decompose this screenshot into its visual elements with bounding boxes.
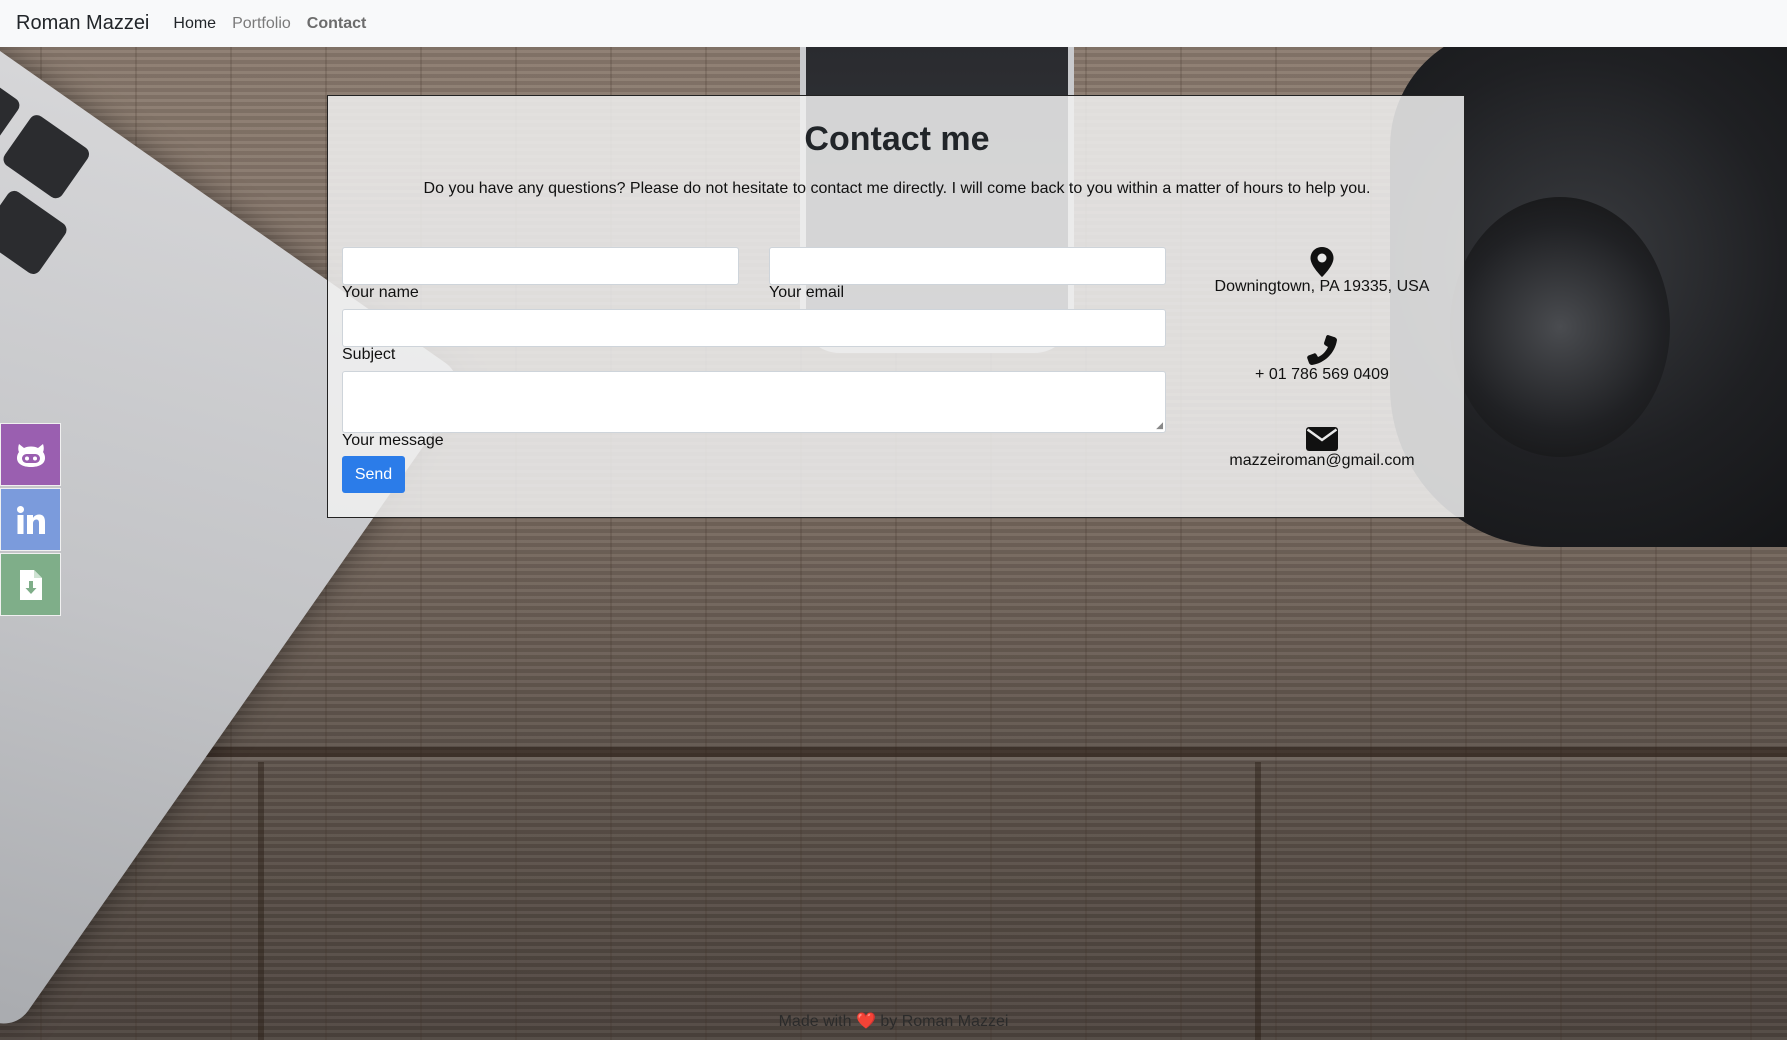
footer-text-after: by Roman Mazzei xyxy=(880,1013,1009,1030)
nav-home-link[interactable]: Home xyxy=(173,15,216,33)
resize-handle-icon[interactable]: ◢ xyxy=(1156,420,1163,431)
email-text[interactable]: mazzeiroman@gmail.com xyxy=(1229,452,1414,469)
linkedin-link[interactable] xyxy=(0,488,61,551)
linkedin-icon xyxy=(16,505,45,534)
address-info: Downingtown, PA 19335, USA xyxy=(1198,246,1446,296)
footer-text-before: Made with xyxy=(778,1013,852,1030)
intro-text: Do you have any questions? Please do not… xyxy=(423,180,1371,197)
navbar: Roman Mazzei Home Portfolio Contact xyxy=(0,0,1787,47)
footer: Made with ❤️ by Roman Mazzei xyxy=(0,1011,1787,1031)
download-resume-link[interactable] xyxy=(0,553,61,616)
send-button[interactable]: Send xyxy=(342,456,405,493)
download-file-icon xyxy=(19,569,42,600)
contact-card: Contact me Do you have any questions? Pl… xyxy=(327,95,1465,518)
nav-contact-link[interactable]: Contact xyxy=(307,15,367,33)
email-label: Your email xyxy=(769,284,845,301)
phone-icon xyxy=(1307,335,1337,365)
github-icon xyxy=(16,443,45,467)
message-label: Your message xyxy=(342,432,444,449)
nav-portfolio-link[interactable]: Portfolio xyxy=(232,15,291,33)
email-info: mazzeiroman@gmail.com xyxy=(1198,426,1446,470)
message-textarea[interactable]: ◢ xyxy=(342,371,1166,433)
phone-text: + 01 786 569 0409 xyxy=(1255,366,1389,383)
email-input[interactable] xyxy=(769,247,1166,285)
page-title: Contact me xyxy=(804,120,990,158)
subject-label: Subject xyxy=(342,346,396,363)
heart-icon: ❤️ xyxy=(855,1013,876,1030)
subject-input[interactable] xyxy=(342,309,1166,347)
envelope-icon xyxy=(1306,427,1338,451)
address-text: Downingtown, PA 19335, USA xyxy=(1214,278,1430,295)
name-input[interactable] xyxy=(342,247,739,285)
map-marker-icon xyxy=(1310,247,1334,277)
github-link[interactable] xyxy=(0,423,61,486)
brand-logo[interactable]: Roman Mazzei xyxy=(16,12,149,35)
name-label: Your name xyxy=(342,284,419,301)
phone-info: + 01 786 569 0409 xyxy=(1198,334,1446,384)
